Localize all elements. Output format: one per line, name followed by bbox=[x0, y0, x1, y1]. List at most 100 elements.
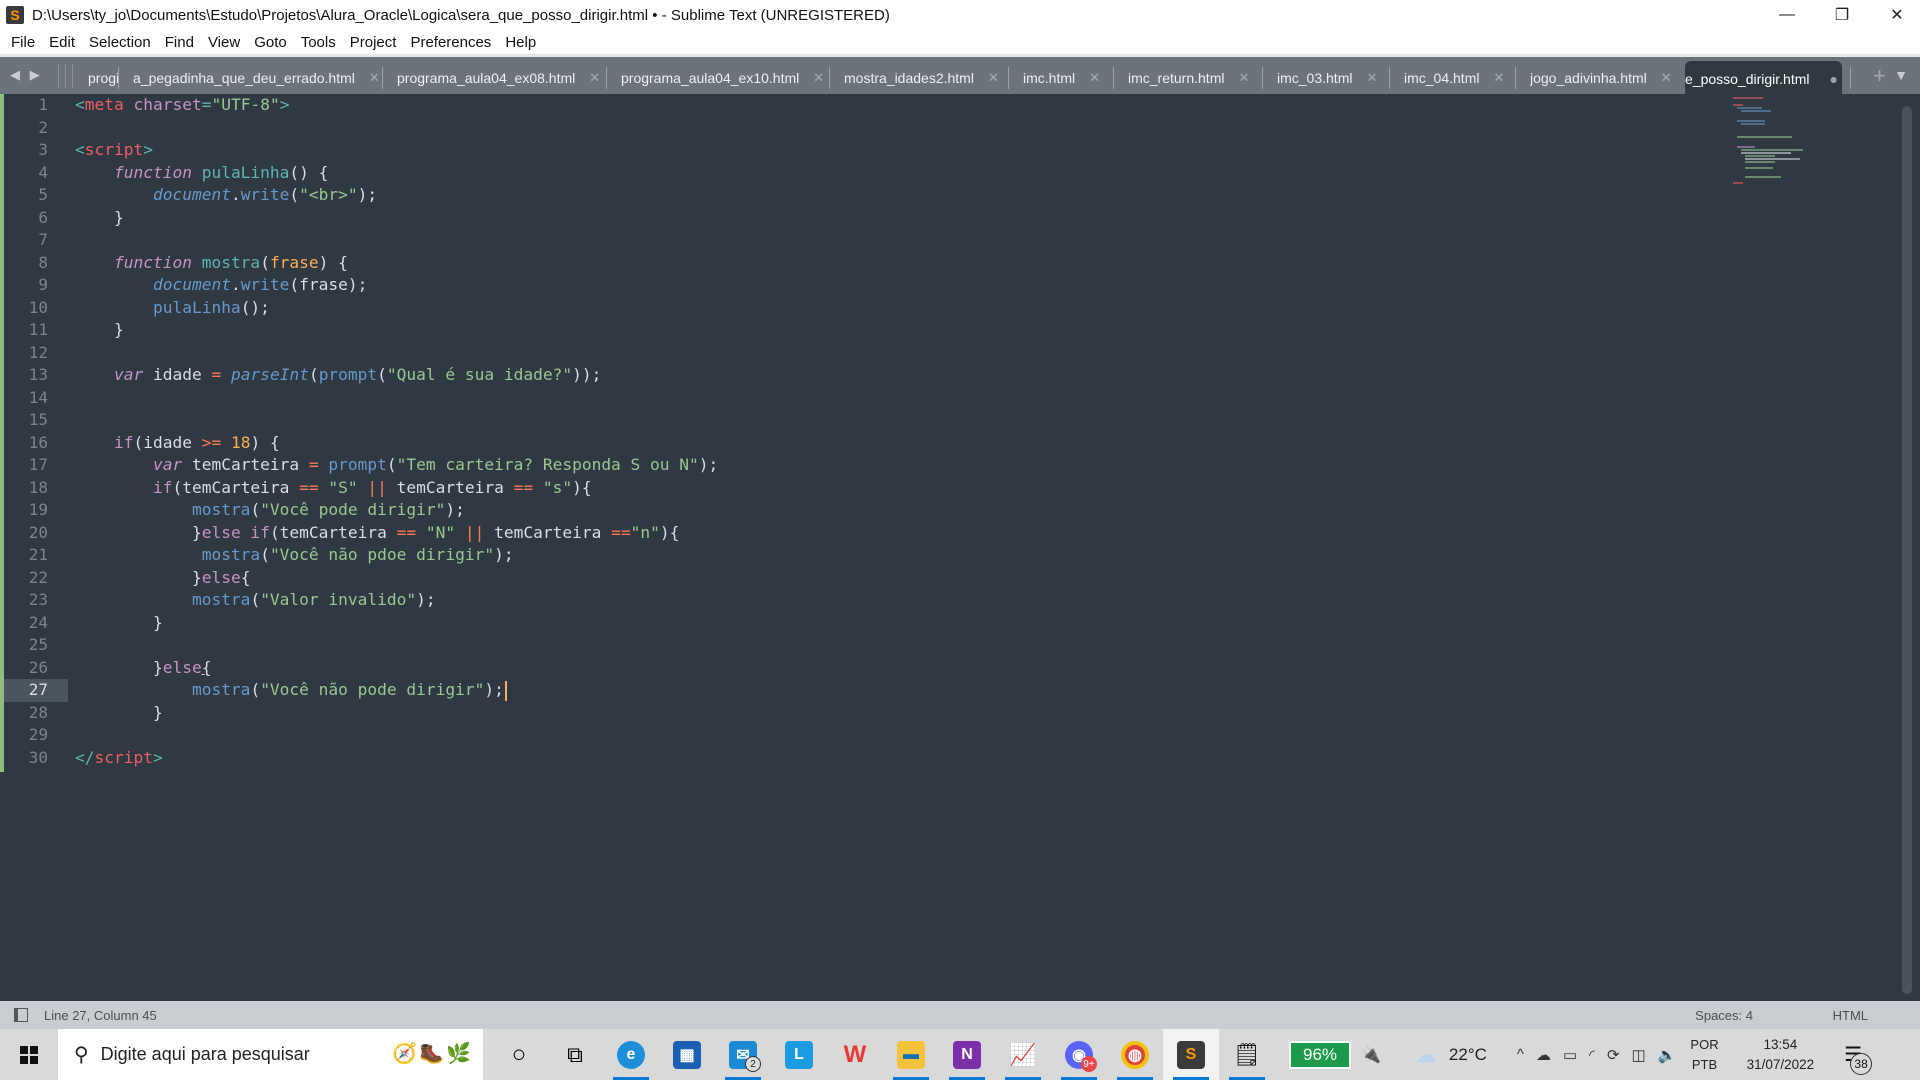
tab-close-icon[interactable]: ✕ bbox=[1661, 70, 1672, 86]
matching-bracket: { bbox=[201, 657, 212, 677]
weather-widget[interactable]: ☁ 22°C bbox=[1415, 1042, 1487, 1068]
taskbar-app-sublime-text[interactable]: S bbox=[1163, 1029, 1219, 1080]
tab-jogo-adivinha[interactable]: jogo_adivinha.html ✕ bbox=[1530, 61, 1672, 94]
tab-a-pegadinha[interactable]: a_pegadinha_que_deu_errado.html ✕ bbox=[133, 61, 380, 94]
taskbar-app-edge[interactable]: e bbox=[603, 1029, 659, 1080]
code-line-13: var idade = parseInt(prompt("Qual é sua … bbox=[75, 364, 718, 387]
menu-preferences[interactable]: Preferences bbox=[403, 34, 498, 51]
vertical-scrollbar[interactable] bbox=[1902, 106, 1912, 994]
menu-help[interactable]: Help bbox=[498, 34, 543, 51]
syntax-selector[interactable]: HTML bbox=[1833, 1008, 1868, 1023]
line-number: 26 bbox=[28, 657, 48, 677]
sync-app-icon[interactable]: ⟳ bbox=[1607, 1046, 1620, 1064]
token: ( bbox=[289, 185, 300, 204]
tab-divider bbox=[1008, 67, 1009, 89]
menu-view[interactable]: View bbox=[201, 34, 247, 51]
tab-close-icon[interactable]: ✕ bbox=[1238, 70, 1249, 86]
tab-imc-return[interactable]: imc_return.html ✕ bbox=[1128, 61, 1249, 94]
taskbar-app-performance-monitor[interactable]: 📈 bbox=[995, 1029, 1051, 1080]
menu-file[interactable]: File bbox=[4, 34, 42, 51]
tab-active-sera-que-posso-dirigir[interactable]: e_posso_dirigir.html ● bbox=[1685, 61, 1842, 97]
taskbar-app-notepad[interactable]: 🗒 bbox=[1219, 1029, 1275, 1080]
power-plug-icon: 🔌 bbox=[1361, 1046, 1381, 1064]
menu-selection[interactable]: Selection bbox=[82, 34, 158, 51]
cortana-icon: ○ bbox=[511, 1040, 527, 1068]
tab-close-icon[interactable]: ✕ bbox=[813, 70, 824, 86]
token: > bbox=[152, 747, 163, 767]
unsaved-dot-icon[interactable]: ● bbox=[1830, 71, 1838, 87]
tab-mostra-idades2[interactable]: mostra_idades2.html ✕ bbox=[844, 61, 999, 94]
menu-edit[interactable]: Edit bbox=[42, 34, 82, 51]
token: "Você pode dirigir" bbox=[260, 500, 446, 519]
cloud-weather-icon: ☁ bbox=[1414, 1041, 1437, 1067]
taskbar-app-l[interactable]: L bbox=[771, 1029, 827, 1080]
task-view-button[interactable]: ⧉ bbox=[547, 1029, 603, 1080]
minimap-line bbox=[1733, 104, 1743, 106]
taskbar-app-discord[interactable]: ◉ 9+ bbox=[1051, 1029, 1107, 1080]
code-line-11: } bbox=[75, 319, 718, 342]
tab-imc[interactable]: imc.html ✕ bbox=[1023, 61, 1100, 94]
token: ) { bbox=[250, 432, 280, 452]
token: = bbox=[201, 95, 212, 114]
tab-programa-aula04-ex08[interactable]: programa_aula04_ex08.html ✕ bbox=[397, 61, 600, 94]
clock[interactable]: 13:54 31/07/2022 bbox=[1747, 1035, 1815, 1075]
minimap[interactable] bbox=[1715, 94, 1835, 184]
tab-bar: ◀ ▶ progi a_pegadinha_que_deu_errado.htm… bbox=[0, 54, 1920, 97]
token: script bbox=[84, 140, 144, 159]
token: == bbox=[513, 477, 534, 497]
tab-truncated[interactable]: progi bbox=[88, 61, 118, 94]
battery-icon[interactable]: ▭ bbox=[1563, 1046, 1577, 1064]
volume-icon[interactable]: 🔈 bbox=[1658, 1046, 1677, 1064]
language-indicator[interactable]: POR PTB bbox=[1690, 1035, 1718, 1075]
taskbar-app-onenote[interactable]: N bbox=[939, 1029, 995, 1080]
taskbar-app-store[interactable]: ▦ bbox=[659, 1029, 715, 1080]
tab-programa-aula04-ex10[interactable]: programa_aula04_ex10.html ✕ bbox=[621, 61, 824, 94]
onedrive-error-icon[interactable]: ☁ bbox=[1536, 1046, 1551, 1064]
tab-close-icon[interactable]: ✕ bbox=[988, 70, 999, 86]
tab-imc-04[interactable]: imc_04.html ✕ bbox=[1404, 61, 1504, 94]
menu-project[interactable]: Project bbox=[343, 34, 404, 51]
taskbar-app-chrome[interactable]: ◍ bbox=[1107, 1029, 1163, 1080]
code-editor[interactable]: 1 2 3 4 5 6 7 8 9 10 11 12 13 14 15 16 1… bbox=[0, 94, 1920, 1001]
tab-imc-03[interactable]: imc_03.html ✕ bbox=[1277, 61, 1377, 94]
tab-close-icon[interactable]: ✕ bbox=[369, 70, 380, 86]
tab-close-icon[interactable]: ✕ bbox=[589, 70, 600, 86]
tab-scroll-arrows[interactable]: ◀ ▶ bbox=[10, 67, 43, 83]
maximize-button[interactable]: ❐ bbox=[1819, 0, 1865, 30]
minimize-button[interactable]: — bbox=[1764, 0, 1810, 30]
indentation-setting[interactable]: Spaces: 4 bbox=[1695, 1008, 1753, 1023]
code-line-9: document.write(frase); bbox=[75, 274, 718, 297]
token: meta bbox=[84, 95, 124, 114]
code-text[interactable]: <meta charset="UTF-8"> <script> function… bbox=[75, 94, 719, 769]
taskbar-search-box[interactable]: ⚲ Digite aqui para pesquisar 🧭🥾🌿 bbox=[58, 1029, 483, 1080]
tab-close-icon[interactable]: ✕ bbox=[1089, 70, 1100, 86]
taskbar-app-wps[interactable]: W bbox=[827, 1029, 883, 1080]
tab-close-icon[interactable]: ✕ bbox=[1366, 70, 1377, 86]
taskbar-app-mail[interactable]: ✉ 2 bbox=[715, 1029, 771, 1080]
menu-find[interactable]: Find bbox=[158, 34, 201, 51]
code-line-22: }else{ bbox=[75, 567, 718, 590]
show-hidden-icons-chevron-icon[interactable]: ^ bbox=[1517, 1046, 1524, 1063]
notification-center-button[interactable]: ☰ 38 bbox=[1844, 1042, 1873, 1075]
taskbar-app-file-explorer[interactable]: ▬ bbox=[883, 1029, 939, 1080]
start-button[interactable] bbox=[0, 1029, 58, 1080]
cortana-button[interactable]: ○ bbox=[491, 1029, 547, 1080]
camera-icon[interactable]: ◫ bbox=[1632, 1046, 1646, 1064]
panel-toggle-icon[interactable] bbox=[14, 1008, 28, 1022]
close-button[interactable]: ✕ bbox=[1874, 0, 1920, 30]
battery-percentage-widget[interactable]: 96% bbox=[1289, 1040, 1351, 1069]
new-tab-plus-icon[interactable]: + bbox=[1873, 63, 1886, 89]
task-view-icon: ⧉ bbox=[567, 1041, 583, 1067]
tab-label: e_posso_dirigir.html bbox=[1685, 71, 1810, 87]
code-line-24: } bbox=[75, 612, 718, 635]
token: < bbox=[75, 140, 85, 159]
token: (temCarteira bbox=[172, 477, 300, 497]
tab-list-dropdown-icon[interactable]: ▼ bbox=[1894, 67, 1908, 83]
clock-time: 13:54 bbox=[1763, 1036, 1798, 1052]
tab-close-icon[interactable]: ✕ bbox=[1493, 70, 1504, 86]
menu-tools[interactable]: Tools bbox=[294, 34, 343, 51]
wifi-icon[interactable]: ◜ bbox=[1589, 1046, 1595, 1064]
menu-goto[interactable]: Goto bbox=[247, 34, 294, 51]
